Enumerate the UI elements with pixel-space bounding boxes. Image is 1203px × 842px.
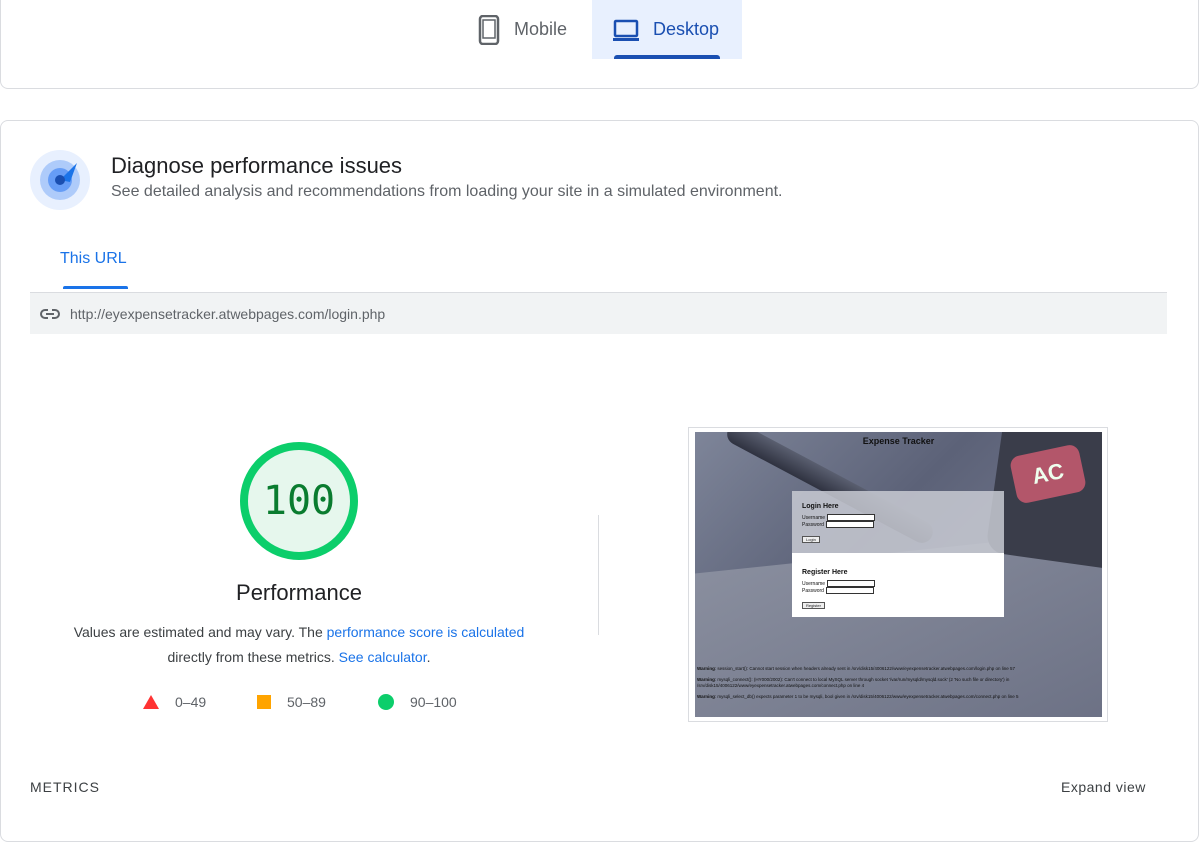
thumb-password-input	[825, 521, 874, 528]
tested-url: http://eyexpensetracker.atwebpages.com/l…	[70, 305, 386, 322]
legend-average-label: 50–89	[287, 694, 326, 710]
thumb-warning-1: Warning: session_start(): Cannot start s…	[697, 666, 1097, 672]
tested-url-bar: http://eyexpensetracker.atwebpages.com/l…	[30, 292, 1167, 334]
thumb-reg-password-row: Password	[802, 587, 994, 594]
phone-icon	[478, 14, 500, 45]
tab-mobile[interactable]: Mobile	[478, 0, 592, 59]
thumb-page-title: Expense Tracker	[862, 436, 935, 446]
thumb-reg-username-row: Username	[802, 580, 994, 587]
thumb-register-title: Register Here	[802, 569, 848, 576]
thumb-warning-3-text: : mysqli_select_db() expects parameter 1…	[714, 694, 1019, 699]
thumb-username-label: Username	[802, 514, 826, 521]
laptop-icon	[613, 19, 639, 41]
thumb-warning-3: Warning: mysqli_select_db() expects para…	[697, 694, 1097, 700]
tab-mobile-label: Mobile	[514, 19, 568, 39]
desc-period: .	[426, 649, 431, 665]
thumb-warning-1-label: Warning	[697, 666, 715, 671]
thumb-register-box: Register Here Username Password Register	[792, 553, 1004, 617]
thumb-reg-username-input	[827, 580, 876, 587]
thumb-login-box: Login Here Username Password Login	[792, 491, 1004, 553]
performance-score: 100	[262, 478, 336, 524]
thumb-login-title: Login Here	[802, 503, 839, 510]
tab-this-url[interactable]: This URL	[60, 250, 127, 268]
circle-icon	[378, 694, 394, 710]
final-screenshot: AC Expense Tracker Login Here Username P…	[695, 432, 1102, 717]
legend-fail-label: 0–49	[175, 694, 207, 710]
thumb-password-label: Password	[802, 521, 824, 528]
tab-desktop-label: Desktop	[653, 19, 720, 39]
tab-active-indicator	[614, 55, 720, 59]
thumb-warning-2-label: Warning	[697, 677, 715, 682]
thumb-reg-password-input	[825, 587, 874, 594]
thumb-warning-2-text: : mysqli_connect(): (HY000/2002): Can't …	[697, 677, 1010, 688]
legend-fail: 0–49	[143, 694, 206, 710]
legend-pass-label: 90–100	[410, 694, 457, 710]
thumb-warning-2: Warning: mysqli_connect(): (HY000/2002):…	[697, 677, 1097, 689]
performance-label: Performance	[236, 580, 362, 605]
thumb-password-row: Password	[802, 521, 994, 528]
triangle-icon	[143, 695, 159, 709]
square-icon	[257, 695, 271, 709]
thumb-username-row: Username	[802, 514, 994, 521]
link-icon	[40, 308, 60, 319]
thumb-warning-3-label: Warning	[697, 694, 715, 699]
performance-description: Values are estimated and may vary. The p…	[40, 620, 558, 670]
thumb-register-button: Register	[802, 602, 825, 609]
section-divider	[598, 515, 599, 635]
thumb-username-input	[827, 514, 876, 521]
gauge-icon	[30, 150, 90, 210]
thumb-reg-username-label: Username	[802, 580, 826, 587]
tab-desktop[interactable]: Desktop	[592, 0, 742, 59]
thumb-login-button: Login	[802, 536, 820, 543]
thumb-warning-1-text: : session_start(): Cannot start session …	[714, 666, 1016, 671]
expand-view-toggle[interactable]: Expand view	[1061, 779, 1146, 795]
desc-text-2: directly from these metrics.	[167, 649, 339, 665]
url-tab-indicator	[63, 286, 128, 289]
score-calculated-link[interactable]: performance score is calculated	[327, 624, 525, 640]
desc-text: Values are estimated and may vary. The	[73, 624, 327, 640]
diagnose-title: Diagnose performance issues	[111, 153, 403, 178]
metrics-heading: METRICS	[30, 779, 100, 795]
thumb-reg-password-label: Password	[802, 587, 824, 594]
see-calculator-link[interactable]: See calculator	[339, 649, 427, 665]
diagnose-subtitle: See detailed analysis and recommendation…	[111, 183, 783, 200]
legend-pass: 90–100	[378, 694, 457, 710]
legend-average: 50–89	[257, 694, 326, 710]
